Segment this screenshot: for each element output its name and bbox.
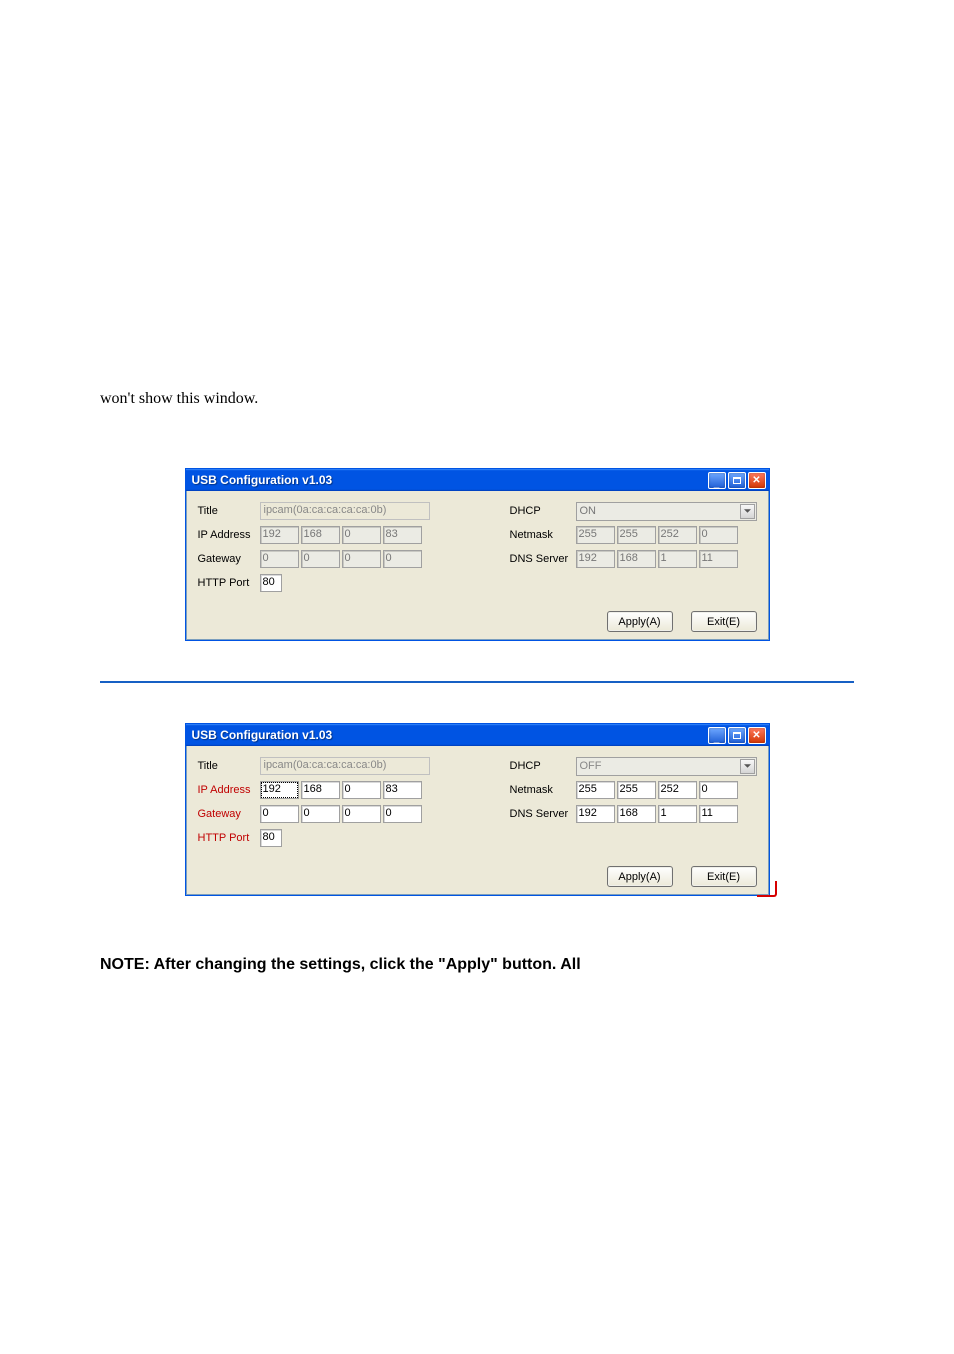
netmask-octet-4[interactable]: 0 [699,781,738,799]
dns-label: DNS Server [510,553,576,565]
netmask-octet-1[interactable]: 255 [576,781,615,799]
ip-octet-2[interactable]: 168 [301,781,340,799]
dns-label: DNS Server [510,808,576,820]
gateway-octet-1[interactable]: 0 [260,805,299,823]
title-label: Title [198,505,260,517]
ip-octet-3[interactable]: 0 [342,781,381,799]
netmask-octet-4: 0 [699,526,738,544]
titlebar[interactable]: USB Configuration v1.03 _ ✕ [186,724,769,746]
gateway-octet-2: 0 [301,550,340,568]
gateway-label: Gateway [198,553,260,565]
window-title: USB Configuration v1.03 [192,473,333,487]
dns-octet-1: 192 [576,550,615,568]
gateway-label: Gateway [198,808,260,820]
dhcp-select[interactable]: OFF [576,757,757,776]
dhcp-label: DHCP [510,505,576,517]
ip-octet-4[interactable]: 83 [383,781,422,799]
dns-octet-3: 1 [658,550,697,568]
netmask-octet-3[interactable]: 252 [658,781,697,799]
minimize-button[interactable]: _ [708,472,726,489]
dhcp-select[interactable]: ON [576,502,757,521]
ip-octet-1: 192 [260,526,299,544]
intro-text: won't show this window. [100,390,854,408]
ip-octet-2: 168 [301,526,340,544]
netmask-label: Netmask [510,529,576,541]
apply-button[interactable]: Apply(A) [607,866,673,887]
dns-octet-1[interactable]: 192 [576,805,615,823]
http-port-field[interactable]: 80 [260,829,282,847]
netmask-octet-2: 255 [617,526,656,544]
section-rule [100,681,854,683]
ip-octet-1[interactable]: 192 [260,781,299,799]
title-field: ipcam(0a:ca:ca:ca:ca:0b) [260,502,430,520]
ip-label: IP Address [198,784,260,796]
ip-octet-3: 0 [342,526,381,544]
chevron-down-icon [740,504,755,519]
dns-octet-4: 11 [699,550,738,568]
close-button[interactable]: ✕ [748,472,766,489]
exit-button[interactable]: Exit(E) [691,866,757,887]
gateway-octet-4[interactable]: 0 [383,805,422,823]
title-label: Title [198,760,260,772]
usb-config-window-1: USB Configuration v1.03 _ ✕ Title ipcam(… [185,468,770,641]
dns-octet-4[interactable]: 11 [699,805,738,823]
ip-label: IP Address [198,529,260,541]
gateway-octet-3[interactable]: 0 [342,805,381,823]
dns-octet-2[interactable]: 168 [617,805,656,823]
title-field: ipcam(0a:ca:ca:ca:ca:0b) [260,757,430,775]
apply-button[interactable]: Apply(A) [607,611,673,632]
note-text: NOTE: After changing the settings, click… [100,956,854,974]
close-button[interactable]: ✕ [748,727,766,744]
http-port-label: HTTP Port [198,577,260,589]
chevron-down-icon [740,759,755,774]
maximize-button[interactable] [728,727,746,744]
gateway-octet-4: 0 [383,550,422,568]
dhcp-value: OFF [580,760,602,772]
dhcp-label: DHCP [510,760,576,772]
netmask-octet-2[interactable]: 255 [617,781,656,799]
window-title: USB Configuration v1.03 [192,728,333,742]
usb-config-window-2: USB Configuration v1.03 _ ✕ Title ipcam(… [185,723,770,896]
http-port-label: HTTP Port [198,832,260,844]
netmask-octet-1: 255 [576,526,615,544]
dhcp-value: ON [580,505,597,517]
ip-octet-4: 83 [383,526,422,544]
minimize-button[interactable]: _ [708,727,726,744]
dns-octet-3[interactable]: 1 [658,805,697,823]
gateway-octet-1: 0 [260,550,299,568]
gateway-octet-2[interactable]: 0 [301,805,340,823]
http-port-field[interactable]: 80 [260,574,282,592]
maximize-button[interactable] [728,472,746,489]
netmask-label: Netmask [510,784,576,796]
dns-octet-2: 168 [617,550,656,568]
exit-button[interactable]: Exit(E) [691,611,757,632]
gateway-octet-3: 0 [342,550,381,568]
titlebar[interactable]: USB Configuration v1.03 _ ✕ [186,469,769,491]
netmask-octet-3: 252 [658,526,697,544]
